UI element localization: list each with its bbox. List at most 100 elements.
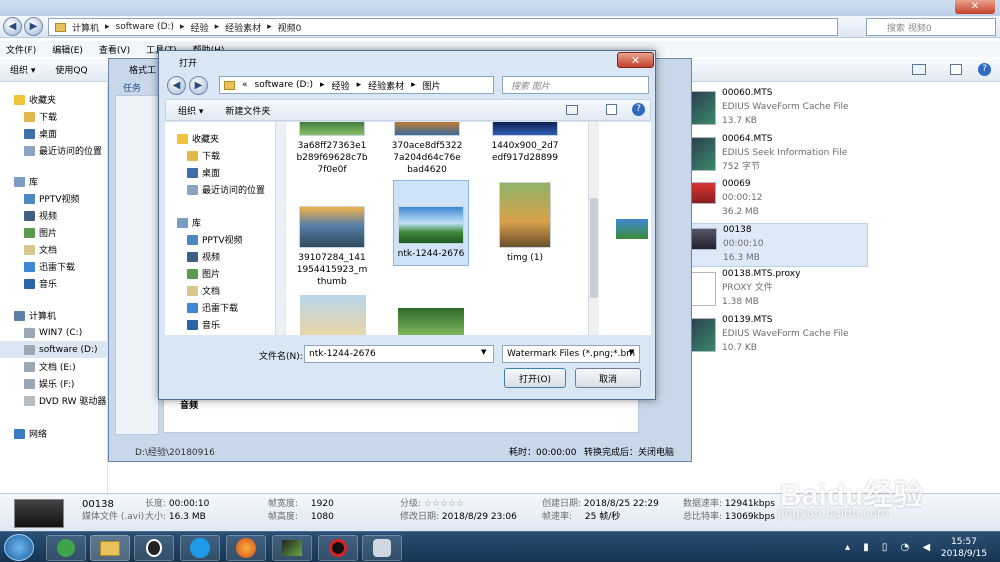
file-item-selected[interactable]: ntk-1244-2676 [393,180,469,266]
back-button[interactable]: ◀ [3,17,22,36]
nav-documents[interactable]: 文档 [14,241,80,258]
nav-video[interactable]: 视频 [14,207,80,224]
breadcrumb-item[interactable]: 视频0 [278,21,302,34]
dialog-organize-button[interactable]: 组织 ▾ [178,104,203,117]
nav-library[interactable]: 库 [14,173,80,190]
cancel-button[interactable]: 取消 [575,368,641,388]
dialog-search-input[interactable]: 搜索 图片 [502,76,649,94]
file-type-select[interactable]: Watermark Files (*.png;*.bm [502,345,640,363]
view-icon[interactable] [566,105,578,115]
filename-input[interactable]: ntk-1244-2676 [304,345,494,363]
nav-computer[interactable]: 计算机 [14,307,108,324]
nav-recent[interactable]: 最近访问的位置 [14,142,102,159]
search-input[interactable]: 搜索 视频0 [866,18,996,36]
dialog-forward-button[interactable]: ▶ [189,76,208,95]
list-item[interactable]: 00064.MTS EDIUS Seek Information File 752 … [690,133,990,177]
breadcrumb-item[interactable]: 经验素材 [225,21,261,34]
preview-pane-icon[interactable] [606,104,617,115]
nav-desktop[interactable]: 桌面 [14,125,102,142]
breadcrumb-item[interactable]: 经验 [332,79,350,92]
dialog-close-button[interactable]: ✕ [617,52,654,68]
nav-xunlei[interactable]: 迅雷下载 [14,258,80,275]
new-folder-button[interactable]: 新建文件夹 [225,104,270,117]
breadcrumb-item[interactable]: 图片 [423,79,441,92]
task-tab[interactable]: 任务 [123,81,141,94]
menu-view[interactable]: 查看(V) [99,43,130,56]
file-item[interactable]: 1440x900_2d7edf917d28899 [489,122,561,164]
view-icon[interactable] [912,64,926,75]
start-button[interactable] [4,534,34,561]
pptv-icon [24,193,35,204]
list-item[interactable]: 00069 00:00:12 36.2 MB [690,178,990,222]
nav-drive-e[interactable]: 文档 (E:) [14,358,108,375]
rating-stars[interactable]: ☆☆☆☆☆ [424,499,464,509]
nav-drive-f[interactable]: 娱乐 (F:) [14,375,108,392]
nav-xunlei[interactable]: 迅雷下载 [177,299,243,316]
menu-edit[interactable]: 编辑(E) [52,43,83,56]
firefox-icon[interactable] [226,535,266,561]
breadcrumb-item[interactable]: 经验 [191,21,209,34]
breadcrumb-item[interactable]: software (D:) [255,80,314,90]
pptv-taskbar-icon[interactable] [180,535,220,561]
address-bar[interactable]: 计算机 ▸ software (D:) ▸ 经验 ▸ 经验素材 ▸ 视频0 [48,18,838,36]
nav-pictures[interactable]: 图片 [14,224,80,241]
nav-library[interactable]: 库 [177,214,243,231]
tray-icons[interactable]: ▴ ▮ ▯ ◔ ◀ [845,542,935,553]
dialog-back-button[interactable]: ◀ [167,76,186,95]
nav-documents[interactable]: 文档 [177,282,243,299]
nav-download[interactable]: 下载 [14,108,102,125]
file-item[interactable]: 370ace8df53227a204d64c76ebad4620 [391,122,463,176]
nav-scrollbar[interactable] [275,122,285,335]
record-icon[interactable] [318,535,358,561]
nav-network[interactable]: 网络 [14,425,47,442]
clock[interactable]: 15:57 2018/9/15 [936,536,992,560]
content-scrollbar[interactable] [588,122,599,335]
format-factory-icon[interactable] [362,535,402,561]
menu-file[interactable]: 文件(F) [6,43,36,56]
nav-drive-c[interactable]: WIN7 (C:) [14,324,108,341]
help-icon[interactable]: ? [632,103,645,116]
breadcrumb-item[interactable]: 经验素材 [368,79,404,92]
chevron-down-icon[interactable]: ▼ [629,348,634,356]
file-item[interactable]: timg (1) [489,182,561,264]
nav-recent[interactable]: 最近访问的位置 [177,181,265,198]
help-icon[interactable]: ? [978,63,991,76]
use-qq-button[interactable]: 使用QQ [55,63,87,76]
list-item[interactable]: 00139.MTS EDIUS WaveForm Cache File 10.7 K… [690,314,990,358]
breadcrumb-item[interactable]: software (D:) [116,22,175,32]
task-panel [115,95,159,435]
nav-desktop[interactable]: 桌面 [177,164,265,181]
app-360-icon[interactable] [46,535,86,561]
explorer-taskbar-icon[interactable] [90,535,130,561]
nav-dvd[interactable]: DVD RW 驱动器 [14,392,108,409]
nav-music[interactable]: 音乐 [177,316,243,333]
open-button[interactable]: 打开(O) [504,368,566,388]
list-item[interactable]: 00138.MTS.proxy PROXY 文件 1.38 MB [690,268,990,312]
nav-pptv[interactable]: PPTV视频 [14,190,80,207]
file-item[interactable]: 39107284_1411954415923_mthumb [296,206,368,288]
forward-button[interactable]: ▶ [24,17,43,36]
close-button[interactable]: ✕ [955,0,995,14]
scrollbar-thumb[interactable] [590,198,598,298]
nav-drive-d[interactable]: software (D:) [0,341,108,358]
preview-pane-icon[interactable] [950,64,962,75]
image-thumbnail[interactable] [398,308,464,335]
organize-button[interactable]: 组织 ▾ [10,63,35,76]
dialog-address-bar[interactable]: « software (D:) ▸ 经验 ▸ 经验素材 ▸ 图片 [219,76,494,94]
file-item[interactable]: 3a68ff27363e1b289f69628c7b7f0e0f [296,122,368,176]
qq-icon[interactable] [134,535,174,561]
list-item-selected[interactable]: 00138 00:00:10 16.3 MB [690,223,868,267]
nav-pictures[interactable]: 图片 [177,265,243,282]
filename-dropdown-icon[interactable]: ▼ [481,348,486,356]
list-item[interactable]: 00060.MTS EDIUS WaveForm Cache File 13.7 K… [690,87,990,131]
image-thumbnail[interactable] [300,295,366,335]
nav-pptv[interactable]: PPTV视频 [177,231,243,248]
image-thumbnail [398,206,464,244]
nav-favorites[interactable]: 收藏夹 [14,91,102,108]
nav-favorites[interactable]: 收藏夹 [177,130,265,147]
media-app-icon[interactable] [272,535,312,561]
nav-music[interactable]: 音乐 [14,275,80,292]
nav-video[interactable]: 视频 [177,248,243,265]
nav-download[interactable]: 下载 [177,147,265,164]
breadcrumb-item[interactable]: 计算机 [72,21,99,34]
